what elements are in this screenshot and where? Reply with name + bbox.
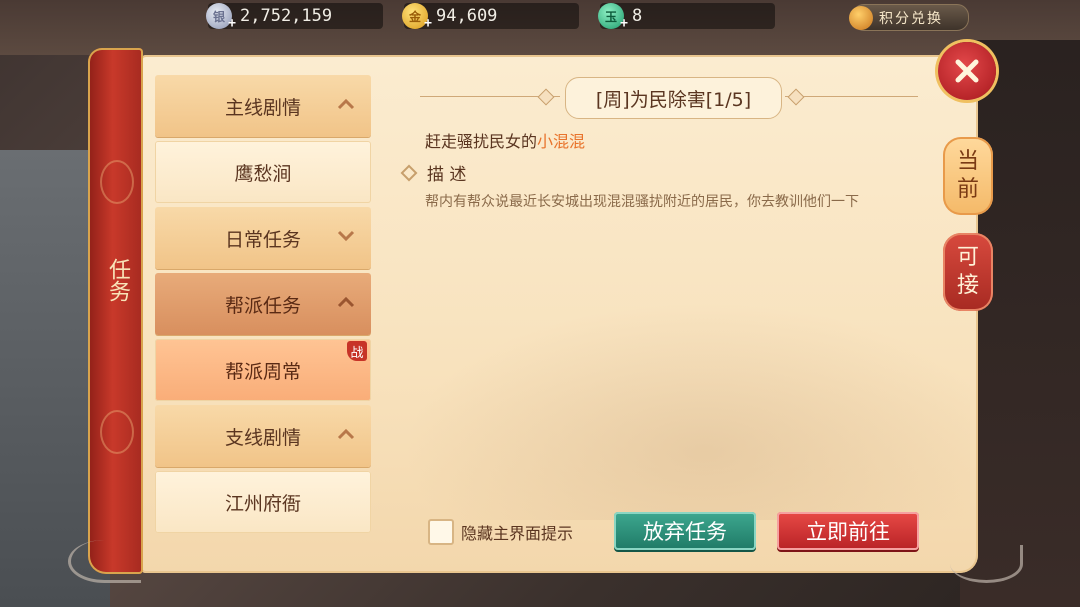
quest-goal: 赶走骚扰民女的小混混	[425, 128, 585, 152]
panel-title-text: 任务	[105, 258, 130, 302]
gold-value: 94,609	[436, 6, 498, 26]
gold-coin-icon: 金 +	[402, 3, 432, 31]
description-heading: 描 述	[400, 160, 467, 185]
quest-title: [周]为民除害[1/5]	[565, 77, 782, 119]
gold-currency[interactable]: 金 + 94,609	[402, 3, 579, 31]
chevron-up-icon	[337, 293, 355, 311]
quest-goal-prefix: 赶走骚扰民女的	[425, 132, 538, 151]
close-button[interactable]	[938, 42, 996, 100]
silver-value: 2,752,159	[240, 6, 333, 26]
category-main-story[interactable]: 主线剧情	[155, 75, 371, 137]
spine-ornament-bottom	[100, 410, 134, 454]
quest-item-eagle-gorge[interactable]: 鹰愁涧	[155, 141, 371, 203]
chevron-up-icon	[337, 425, 355, 443]
cloud-ornament-right	[950, 545, 1023, 583]
chevron-up-icon	[337, 95, 355, 113]
category-label: 主线剧情	[224, 96, 301, 119]
abandon-quest-button[interactable]: 放弃任务	[614, 512, 756, 550]
silver-coin-icon: 银 +	[206, 3, 236, 31]
tab-available[interactable]: 可 接	[943, 233, 993, 311]
background-wall	[960, 40, 1080, 607]
category-side-story[interactable]: 支线剧情	[155, 405, 371, 467]
category-label: 支线剧情	[224, 426, 301, 449]
money-bag-icon	[849, 5, 873, 30]
tab-current[interactable]: 当 前	[943, 137, 993, 215]
category-label: 帮派任务	[224, 294, 301, 317]
quest-goal-target: 小混混	[537, 132, 586, 151]
tab-available-char-2: 接	[956, 273, 979, 298]
hide-hint-label: 隐藏主界面提示	[461, 524, 574, 543]
quest-item-guild-weekly[interactable]: 帮派周常 战	[155, 339, 371, 401]
silver-currency[interactable]: 银 + 2,752,159	[206, 3, 383, 31]
category-label: 日常任务	[224, 228, 301, 251]
panel-spine	[88, 48, 143, 574]
description-heading-text: 描 述	[427, 165, 467, 185]
diamond-bullet-icon	[400, 164, 418, 181]
spine-ornament-top	[100, 160, 134, 204]
quest-item-jiangzhou[interactable]: 江州府衙	[155, 471, 371, 533]
jade-icon: 玉 +	[598, 3, 628, 31]
quest-item-label: 鹰愁涧	[234, 162, 292, 185]
chevron-down-icon	[337, 227, 355, 245]
jade-value: 8	[632, 6, 643, 26]
points-exchange-button[interactable]: 积分兑换	[849, 4, 969, 31]
category-daily[interactable]: 日常任务	[155, 207, 371, 269]
quest-item-label: 江州府衙	[224, 492, 301, 515]
category-guild[interactable]: 帮派任务	[155, 273, 371, 335]
landscape-painting	[380, 290, 970, 520]
battle-badge: 战	[347, 341, 367, 361]
points-exchange-label: 积分兑换	[879, 10, 943, 27]
tab-current-char-1: 当	[956, 149, 979, 174]
tab-available-char-1: 可	[956, 245, 979, 270]
tab-current-char-2: 前	[956, 177, 979, 202]
close-icon	[955, 59, 979, 83]
hide-hint-checkbox[interactable]	[428, 519, 454, 545]
go-now-button[interactable]: 立即前往	[777, 512, 919, 550]
cloud-ornament-left	[68, 540, 141, 583]
quest-item-label: 帮派周常	[224, 360, 301, 383]
quest-description: 帮内有帮众说最近长安城出现混混骚扰附近的居民，你去教训他们一下	[425, 194, 859, 210]
jade-currency[interactable]: 玉 + 8	[598, 3, 775, 31]
panel-title: 任务	[96, 258, 134, 302]
